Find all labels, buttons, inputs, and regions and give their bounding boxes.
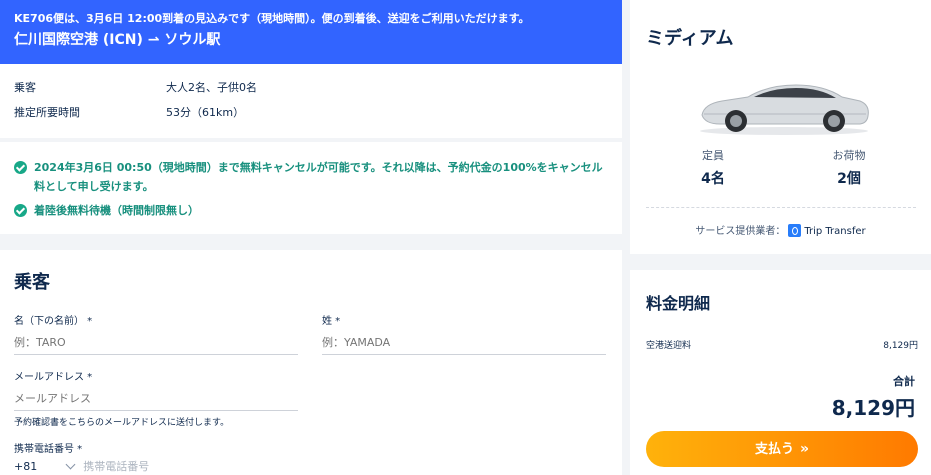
fee-amount: 8,129円: [883, 341, 918, 351]
pay-button-label: 支払う: [754, 442, 794, 457]
email-label: メールアドレス *: [14, 372, 93, 383]
email-input[interactable]: [14, 389, 298, 411]
flight-banner: KE706便は、3月6日 12:00到着の見込みです（現地時間）。便の到着後、送…: [0, 0, 622, 64]
last-name-field: 姓 *: [322, 315, 606, 355]
car-icon: [700, 84, 869, 135]
fee-label: 空港送迎料: [646, 341, 692, 351]
policy-text: 着陸後無料待機（時間制限無し）: [34, 204, 199, 217]
trip-summary: 乗客 大人2名、子供0名 推定所要時間 53分（61km）: [0, 64, 622, 138]
chevron-down-icon[interactable]: [65, 459, 76, 470]
trip-row-duration: 推定所要時間 53分（61km）: [14, 105, 608, 130]
total-label: 合計: [893, 375, 915, 388]
passenger-section: 乗客: [0, 250, 622, 475]
section-title: 乗客: [14, 272, 50, 293]
trip-label: 乗客: [14, 81, 36, 94]
service-provider: サービス提供業者： Trip Transfer: [630, 222, 931, 237]
luggage-value: 2個: [837, 171, 861, 187]
first-name-label: 名（下の名前） *: [14, 316, 93, 327]
capacity-block: 定員 4名: [663, 148, 763, 189]
capacity-label: 定員: [702, 149, 724, 162]
last-name-input[interactable]: [322, 333, 606, 355]
free-waiting-note: 着陸後無料待機（時間制限無し）: [14, 201, 608, 220]
luggage-label: お荷物: [832, 149, 866, 162]
pay-button[interactable]: 支払う »: [646, 431, 918, 467]
vehicle-class: ミディアム: [646, 28, 734, 49]
phone-field: 携帯電話番号 *: [14, 443, 298, 457]
divider: [646, 207, 916, 208]
first-name-field: 名（下の名前） *: [14, 315, 298, 355]
email-hint: 予約確認書をこちらのメールアドレスに送付します。: [14, 418, 230, 428]
phone-row: +81 携帯電話番号: [14, 458, 298, 474]
total-amount: 8,129円: [831, 396, 915, 420]
trip-value: 大人2名、子供0名: [166, 81, 257, 94]
first-name-input[interactable]: [14, 333, 298, 355]
check-circle-icon: [14, 204, 27, 217]
luggage-block: お荷物 2個: [799, 148, 899, 189]
capacity-value: 4名: [701, 171, 725, 187]
check-circle-icon: [14, 161, 27, 174]
double-chevron-right-icon: »: [799, 441, 810, 457]
phone-input[interactable]: 携帯電話番号: [83, 460, 149, 473]
trip-row-passengers: 乗客 大人2名、子供0名: [14, 80, 608, 105]
provider-logo-icon: [788, 224, 802, 237]
email-field: メールアドレス * 予約確認書をこちらのメールアドレスに送付します。: [14, 371, 298, 428]
free-cancellation-note: 2024年3月6日 00:50（現地時間）まで無料キャンセルが可能です。それ以降…: [14, 158, 608, 196]
cancellation-policy: 2024年3月6日 00:50（現地時間）まで無料キャンセルが可能です。それ以降…: [0, 142, 622, 234]
flight-notice: KE706便は、3月6日 12:00到着の見込みです（現地時間）。便の到着後、送…: [14, 12, 530, 25]
phone-label: 携帯電話番号 *: [14, 444, 83, 455]
provider-name: Trip Transfer: [804, 226, 866, 237]
policy-text: 2024年3月6日 00:50（現地時間）まで無料キャンセルが可能です。それ以降…: [34, 161, 603, 193]
route-title: 仁川国際空港 (ICN) ⇀ ソウル駅: [14, 32, 221, 48]
trip-label: 推定所要時間: [14, 106, 80, 119]
fee-row: 空港送迎料 8,129円: [646, 338, 918, 351]
price-title: 料金明細: [646, 294, 711, 313]
trip-value: 53分（61km）: [166, 106, 245, 119]
country-code-select[interactable]: +81: [14, 460, 37, 473]
provider-label: サービス提供業者：: [695, 226, 786, 237]
last-name-label: 姓 *: [322, 316, 341, 327]
